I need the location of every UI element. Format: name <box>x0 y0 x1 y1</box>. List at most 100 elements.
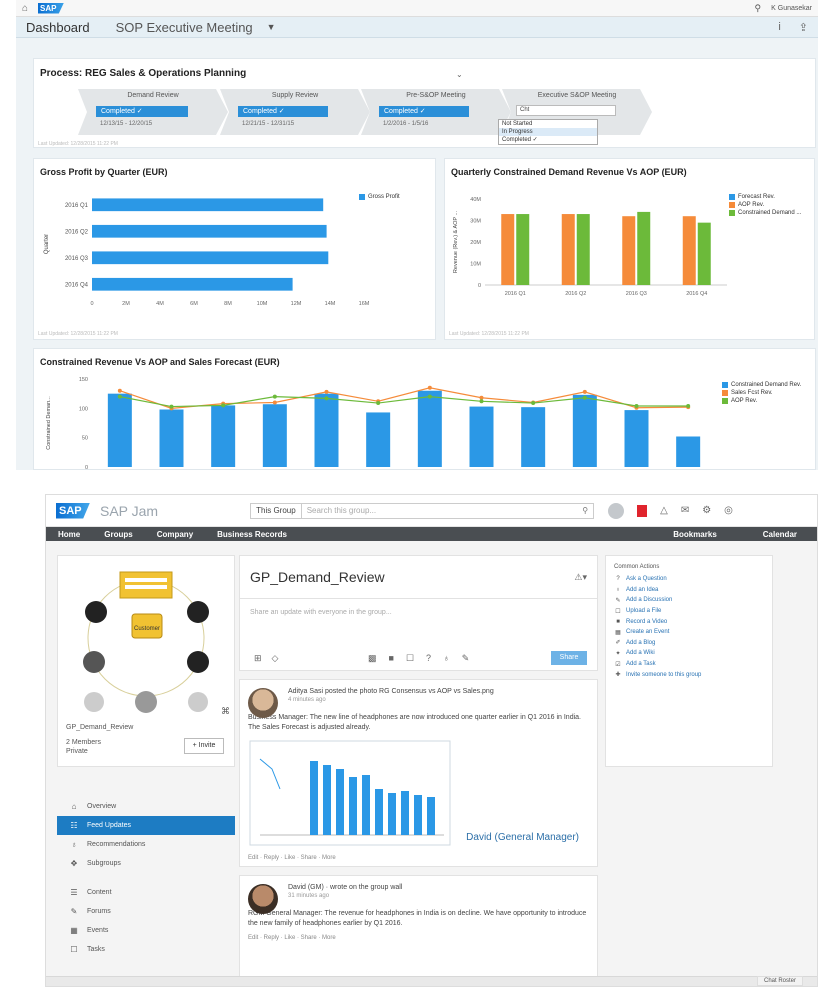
chart-legend: Constrained Demand Rev. Sales Fcst Rev. … <box>722 381 801 405</box>
action-record-video[interactable]: ■ Record a Video <box>614 616 764 627</box>
legend-swatch <box>722 390 728 396</box>
tick-label: 0 <box>85 465 88 470</box>
feed-author[interactable]: Aditya Sasi posted the photo RG Consensu… <box>288 688 589 695</box>
step-status[interactable]: Completed ✓ <box>379 106 469 117</box>
step-status[interactable]: Completed ✓ <box>96 106 188 117</box>
feed-image[interactable]: David (General Manager) <box>248 739 589 849</box>
tick-label: 40M <box>470 197 481 203</box>
action-add-idea[interactable]: ♁ Add an Idea <box>614 585 764 596</box>
point <box>272 400 277 405</box>
action-label: Add an Idea <box>626 586 659 593</box>
nav-company[interactable]: Company <box>157 530 193 539</box>
bar <box>92 277 293 291</box>
post-input[interactable]: Share an update with everyone in the gro… <box>250 609 392 616</box>
sidebar-item-forums[interactable]: ✎ Forums <box>57 902 235 921</box>
sidebar-item-subgroups[interactable]: ✥ Subgroups <box>57 854 235 873</box>
nav-calendar[interactable]: Calendar <box>763 530 797 539</box>
group-settings-icon[interactable]: ⚠▾ <box>574 572 587 583</box>
group-selector[interactable]: This Group <box>251 503 302 518</box>
step-demand-review[interactable]: Demand Review Completed ✓ 12/13/15 - 12/… <box>78 89 228 135</box>
action-invite[interactable]: ✚ Invite someone to this group <box>614 669 764 680</box>
step-dates: 12/21/15 - 12/31/15 <box>242 121 295 127</box>
status-select[interactable]: Cht <box>516 105 616 116</box>
tick-label: 4M <box>156 301 164 307</box>
help-icon[interactable]: ◎ <box>724 505 733 516</box>
discussion-icon[interactable]: ✎ <box>462 653 470 664</box>
settings-icon[interactable]: ⚙ <box>702 505 711 516</box>
chat-roster-button[interactable]: Chat Roster <box>756 976 803 986</box>
tag-icon[interactable]: ◇ <box>272 653 279 664</box>
search-input[interactable]: Search this group... <box>302 506 578 515</box>
feed-actions[interactable]: Edit · Reply · Like · Share · More <box>248 935 589 941</box>
idea-icon[interactable]: ♁ <box>443 653 450 664</box>
step-pre-sop[interactable]: Pre-S&OP Meeting Completed ✓ 1/2/2016 - … <box>361 89 511 135</box>
action-add-task[interactable]: ☑ Add a Task <box>614 659 764 670</box>
chevron-down-icon[interactable]: ⌄ <box>456 70 463 79</box>
share-button[interactable]: Share <box>551 651 587 665</box>
dropdown-option[interactable]: Completed ✓ <box>499 136 597 144</box>
action-create-event[interactable]: ▦ Create an Event <box>614 627 764 638</box>
search-icon[interactable]: ⚲ <box>755 3 762 14</box>
question-icon[interactable]: ? <box>426 653 431 664</box>
step-status[interactable]: Completed ✓ <box>238 106 328 117</box>
action-add-blog[interactable]: ✐ Add a Blog <box>614 638 764 649</box>
user-menu[interactable]: K Gunasekar <box>771 5 812 12</box>
legend-swatch <box>722 382 728 388</box>
group-card: Customer ⌘ GP_Demand_Review 2 Members Pr… <box>57 555 235 767</box>
info-icon[interactable]: i <box>778 21 780 34</box>
attach-icon[interactable]: ⊞ <box>254 653 262 664</box>
bar <box>561 214 575 285</box>
share-icon[interactable]: ⇪ <box>799 21 808 34</box>
step-supply-review[interactable]: Supply Review Completed ✓ 12/21/15 - 12/… <box>220 89 370 135</box>
video-icon[interactable]: ■ <box>389 653 394 664</box>
sidebar-item-content[interactable]: ☰ Content <box>57 883 235 902</box>
camera-icon[interactable]: ⌘ <box>221 706 230 717</box>
tick-label: 12M <box>291 301 302 307</box>
legend-label: AOP Rev. <box>738 202 765 208</box>
sidebar-item-feed-updates[interactable]: ☷ Feed Updates <box>57 816 235 835</box>
status-dropdown-list[interactable]: Not Started In Progress Completed ✓ <box>498 119 598 145</box>
nav-business-records[interactable]: Business Records <box>217 530 287 539</box>
nav-bookmarks[interactable]: Bookmarks <box>673 530 717 539</box>
sidebar-item-recommendations[interactable]: ♁ Recommendations <box>57 835 235 854</box>
invite-button[interactable]: + Invite <box>184 738 224 754</box>
action-add-wiki[interactable]: ✦ Add a Wiki <box>614 648 764 659</box>
avatar[interactable] <box>248 688 278 718</box>
image-center-label: Customer <box>134 626 160 632</box>
search-icon[interactable]: ⚲ <box>577 506 593 515</box>
action-upload-file[interactable]: ☐ Upload a File <box>614 606 764 617</box>
thumbnail-bar <box>349 777 357 835</box>
feed-author[interactable]: David (GM) · wrote on the group wall <box>288 884 589 891</box>
avatar[interactable] <box>608 502 625 519</box>
alert-icon[interactable]: △ <box>660 505 668 516</box>
feed-body: RGM General Manager: The revenue for hea… <box>248 910 587 927</box>
dropdown-option[interactable]: In Progress <box>499 128 597 136</box>
notification-icon[interactable] <box>637 504 648 517</box>
calendar-icon: ▦ <box>615 629 621 636</box>
photo-icon[interactable]: ▩ <box>368 653 377 664</box>
feed-actions[interactable]: Edit · Reply · Like · Share · More <box>248 855 589 861</box>
invite-icon: ✚ <box>615 672 621 679</box>
avatar[interactable] <box>248 884 278 914</box>
sidebar-item-events[interactable]: ▦ Events <box>57 921 235 940</box>
members-count[interactable]: 2 Members <box>66 739 101 746</box>
sap-logo[interactable]: SAP <box>56 502 90 519</box>
chevron-down-icon[interactable]: ▼ <box>267 22 276 32</box>
nav-groups[interactable]: Groups <box>104 530 132 539</box>
group-image: Customer <box>83 571 209 713</box>
nav-home[interactable]: Home <box>58 530 80 539</box>
sidebar-item-overview[interactable]: ⌂ Overview <box>57 797 235 816</box>
meeting-title[interactable]: SOP Executive Meeting <box>116 20 253 35</box>
image-caption: David (General Manager) <box>466 832 579 843</box>
dropdown-option[interactable]: Not Started <box>499 120 597 128</box>
legend-swatch <box>359 194 365 200</box>
sidebar-item-tasks[interactable]: ☐ Tasks <box>57 940 235 959</box>
bar <box>211 405 236 467</box>
action-add-discussion[interactable]: ✎ Add a Discussion <box>614 595 764 606</box>
home-icon[interactable]: ⌂ <box>22 3 38 14</box>
tick-label: 8M <box>224 301 232 307</box>
mail-icon[interactable]: ✉ <box>681 505 689 516</box>
file-icon[interactable]: ☐ <box>406 653 414 664</box>
action-ask-question[interactable]: ? Ask a Question <box>614 574 764 585</box>
tasks-icon: ☐ <box>70 945 78 954</box>
